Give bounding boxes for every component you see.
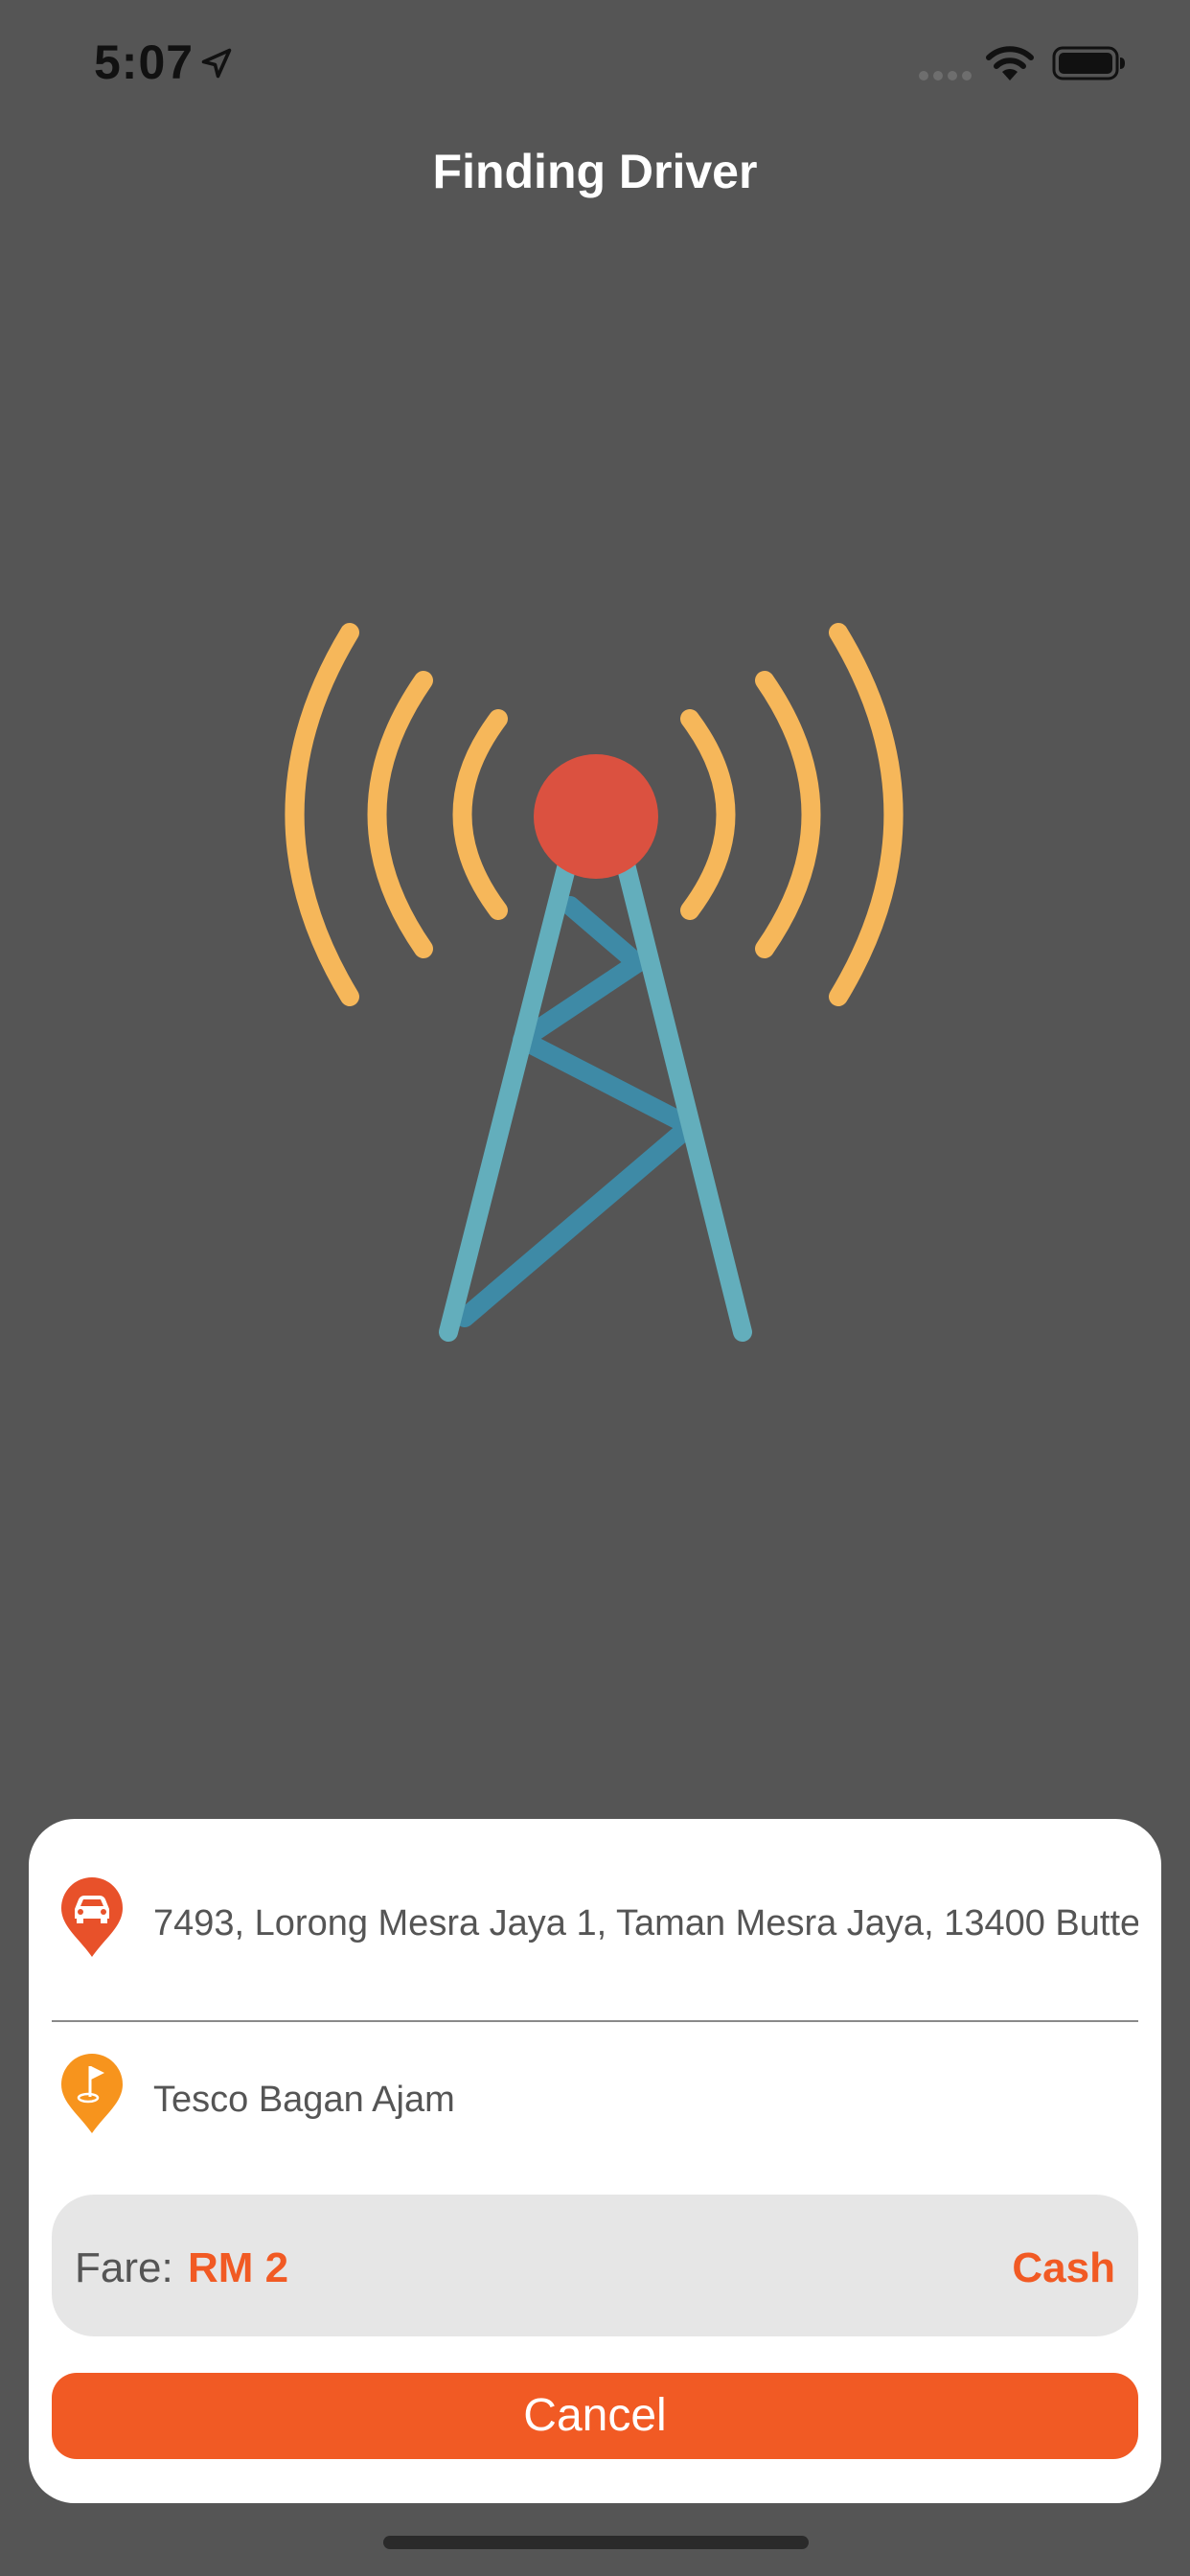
fare-value: RM 2 xyxy=(188,2244,289,2291)
page-title: Finding Driver xyxy=(432,145,758,198)
battery-icon xyxy=(1052,46,1125,80)
location-arrow-icon xyxy=(201,48,232,79)
pickup-car-pin-icon xyxy=(61,1877,123,1957)
dropoff-flag-pin-icon xyxy=(61,2054,123,2133)
cell-signal-icon xyxy=(919,71,972,80)
fare-summary: Fare: RM 2 Cash xyxy=(52,2195,1138,2336)
finding-driver-screen: 5:07 Finding Driver 7493, Lorong Mesra J… xyxy=(0,0,1190,2576)
cancel-button[interactable]: Cancel xyxy=(52,2373,1138,2459)
status-bar: 5:07 xyxy=(0,0,1190,126)
home-indicator[interactable] xyxy=(383,2536,809,2549)
divider xyxy=(52,2020,1138,2022)
payment-method[interactable]: Cash xyxy=(1012,2244,1115,2292)
dropoff-address: Tesco Bagan Ajam xyxy=(153,2080,455,2120)
dropoff-row[interactable]: Tesco Bagan Ajam xyxy=(29,2041,1161,2156)
pickup-address: 7493, Lorong Mesra Jaya 1, Taman Mesra J… xyxy=(153,1903,1138,1944)
pickup-row[interactable]: 7493, Lorong Mesra Jaya 1, Taman Mesra J… xyxy=(29,1865,1161,1980)
status-time: 5:07 xyxy=(94,35,195,89)
fare-label: Fare: xyxy=(75,2244,173,2291)
trip-card: 7493, Lorong Mesra Jaya 1, Taman Mesra J… xyxy=(29,1819,1161,2503)
wifi-icon xyxy=(986,46,1034,80)
radio-tower-icon xyxy=(285,623,904,1342)
